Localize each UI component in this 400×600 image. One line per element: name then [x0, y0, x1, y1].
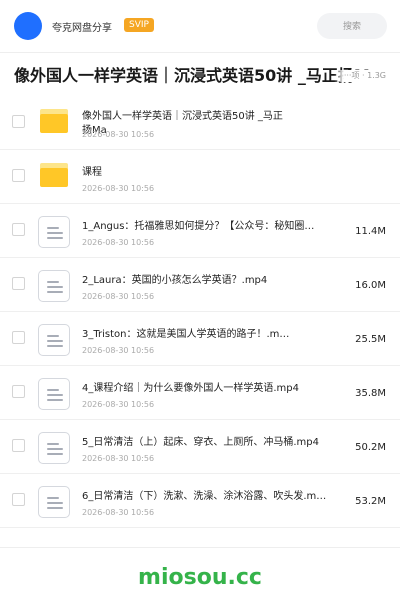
select-checkbox[interactable]: [12, 115, 25, 128]
list-item[interactable]: 5_日常清洁（上）起床、穿衣、上厕所、冲马桶.mp4 2026-08-30 10…: [0, 420, 400, 474]
file-date: 2026-08-30 10:56: [82, 400, 155, 409]
file-size: 16.0M: [355, 280, 386, 291]
folder-icon: [40, 109, 68, 133]
svip-badge: SVIP: [124, 18, 154, 32]
select-checkbox[interactable]: [12, 277, 25, 290]
list-item[interactable]: 1_Angus：托福雅思如何提分？【公众号：秘知圈… 2026-08-30 10…: [0, 204, 400, 258]
watermark: miosou.cc: [138, 565, 262, 590]
document-icon: [38, 216, 70, 248]
file-date: 2026-08-30 10:56: [82, 238, 155, 247]
list-item[interactable]: 课程 2026-08-30 10:56: [0, 150, 400, 204]
file-size: 50.2M: [355, 442, 386, 453]
document-icon: [38, 378, 70, 410]
document-icon: [38, 486, 70, 518]
share-meta: ···项 · 1.3G: [333, 70, 386, 82]
file-list: 像外国人一样学英语｜沉浸式英语50讲 _马正扬Ma 2026-08-30 10:…: [0, 96, 400, 528]
file-name: 1_Angus：托福雅思如何提分？【公众号：秘知圈…: [82, 221, 315, 232]
select-checkbox[interactable]: [12, 385, 25, 398]
avatar[interactable]: [14, 12, 42, 40]
search-button[interactable]: 搜索: [317, 13, 387, 39]
brand-name: 夸克网盘分享: [52, 23, 112, 34]
list-item[interactable]: 2_Laura：英国的小孩怎么学英语？.mp4 2026-08-30 10:56…: [0, 258, 400, 312]
select-checkbox[interactable]: [12, 493, 25, 506]
file-size: 11.4M: [355, 226, 386, 237]
file-name: 5_日常清洁（上）起床、穿衣、上厕所、冲马桶.mp4: [82, 437, 319, 448]
file-date: 2026-08-30 10:56: [82, 292, 155, 301]
footer-divider: [0, 547, 400, 548]
select-checkbox[interactable]: [12, 169, 25, 182]
file-date: 2026-08-30 10:56: [82, 454, 155, 463]
select-checkbox[interactable]: [12, 331, 25, 344]
select-checkbox[interactable]: [12, 439, 25, 452]
document-icon: [38, 270, 70, 302]
document-icon: [38, 324, 70, 356]
file-date: 2026-08-30 10:56: [82, 508, 155, 517]
header-divider: [0, 52, 400, 53]
folder-icon: [40, 163, 68, 187]
share-title: 像外国人一样学英语｜沉浸式英语50讲 _马正扬Ma: [14, 66, 381, 85]
file-name: 4_课程介绍｜为什么要像外国人一样学英语.mp4: [82, 383, 299, 394]
list-item[interactable]: 3_Triston：这就是美国人学英语的路子！.m… 2026-08-30 10…: [0, 312, 400, 366]
list-item[interactable]: 4_课程介绍｜为什么要像外国人一样学英语.mp4 2026-08-30 10:5…: [0, 366, 400, 420]
header: 夸克网盘分享 SVIP 搜索: [0, 0, 400, 52]
file-date: 2026-08-30 10:56: [82, 130, 155, 139]
file-size: 53.2M: [355, 496, 386, 507]
select-checkbox[interactable]: [12, 223, 25, 236]
list-item[interactable]: 像外国人一样学英语｜沉浸式英语50讲 _马正扬Ma 2026-08-30 10:…: [0, 96, 400, 150]
file-name: 2_Laura：英国的小孩怎么学英语？.mp4: [82, 275, 268, 286]
document-icon: [38, 432, 70, 464]
file-name: 课程: [82, 167, 102, 178]
file-date: 2026-08-30 10:56: [82, 346, 155, 355]
share-title-bar: 像外国人一样学英语｜沉浸式英语50讲 _马正扬Ma ···项 · 1.3G: [14, 64, 386, 88]
file-name: 6_日常清洁（下）洗漱、洗澡、涂沐浴露、吹头发.m…: [82, 491, 327, 502]
file-size: 35.8M: [355, 388, 386, 399]
file-size: 25.5M: [355, 334, 386, 345]
file-date: 2026-08-30 10:56: [82, 184, 155, 193]
list-item[interactable]: 6_日常清洁（下）洗漱、洗澡、涂沐浴露、吹头发.m… 2026-08-30 10…: [0, 474, 400, 528]
file-name: 3_Triston：这就是美国人学英语的路子！.m…: [82, 329, 290, 340]
